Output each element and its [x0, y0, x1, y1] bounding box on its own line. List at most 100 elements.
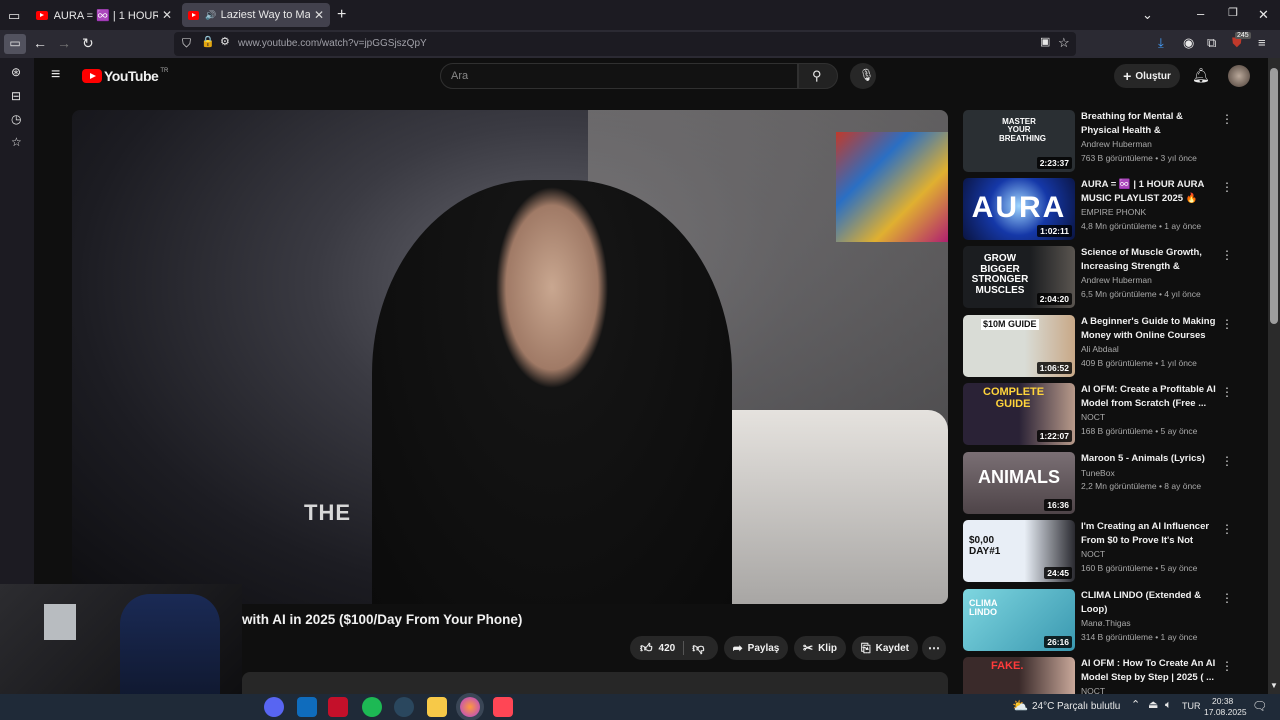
- video-player[interactable]: THE: [72, 110, 948, 604]
- firefox-icon[interactable]: [460, 697, 480, 717]
- avatar[interactable]: [1228, 65, 1250, 87]
- save-button[interactable]: ⎘ Kaydet: [852, 636, 918, 660]
- restore-icon[interactable]: ❐: [1228, 8, 1238, 19]
- weather-cloud-icon[interactable]: ⛅: [1012, 699, 1028, 712]
- notifications-bell-icon[interactable]: 🔔︎: [1192, 68, 1210, 82]
- file-explorer-icon[interactable]: [427, 697, 447, 717]
- discord-icon[interactable]: [264, 697, 284, 717]
- tray-chevron-up-icon[interactable]: ⌃: [1131, 700, 1140, 711]
- more-vert-icon[interactable]: ⋮: [1221, 248, 1233, 262]
- dislike-button[interactable]: 👎︎: [692, 641, 704, 656]
- speaker-icon[interactable]: 🔊: [205, 10, 216, 21]
- steam-icon[interactable]: [394, 697, 414, 717]
- valorant-icon[interactable]: [493, 697, 513, 717]
- video-thumbnail[interactable]: GROW BIGGER STRONGER MUSCLES 2:04:20: [963, 246, 1075, 308]
- more-vert-icon[interactable]: ⋮: [1221, 454, 1233, 468]
- channel-name[interactable]: Manø.Thigas: [1081, 618, 1131, 628]
- like-button[interactable]: 👍︎ 420: [630, 641, 675, 656]
- youtube-logo[interactable]: YouTube TR: [82, 68, 168, 84]
- scroll-down-arrow-icon[interactable]: ▼: [1270, 682, 1278, 690]
- tab-aura-music[interactable]: AURA = ♾️ | 1 HOUR AURA MUSIC ✕: [30, 3, 178, 27]
- usb-icon[interactable]: ⏏: [1148, 700, 1158, 711]
- close-window-icon[interactable]: ✕: [1258, 8, 1269, 21]
- ai-chatbot-icon[interactable]: ⊛: [11, 66, 21, 78]
- search-input[interactable]: Ara: [440, 63, 798, 89]
- more-vert-icon[interactable]: ⋮: [1221, 112, 1233, 126]
- list-item[interactable]: COMPLETE GUIDE 1:22:07 AI OFM: Create a …: [963, 383, 1263, 445]
- weather-desc[interactable]: Parçalı bulutlu: [1057, 701, 1120, 712]
- video-thumbnail[interactable]: $10M GUIDE 1:06:52: [963, 315, 1075, 377]
- download-icon[interactable]: ⤓: [1158, 36, 1164, 49]
- video-thumbnail[interactable]: COMPLETE GUIDE 1:22:07: [963, 383, 1075, 445]
- list-item[interactable]: MASTER YOUR BREATHING 2:23:37 Breathing …: [963, 110, 1263, 172]
- list-item[interactable]: FAKE. AI OFM : How To Create An AI Model…: [963, 657, 1263, 694]
- clock-date[interactable]: 17.08.2025: [1204, 707, 1247, 717]
- share-button[interactable]: ➦ Paylaş: [724, 636, 788, 660]
- bookmarks-icon[interactable]: ☆: [11, 136, 22, 148]
- more-vert-icon[interactable]: ⋮: [1221, 591, 1233, 605]
- lock-icon[interactable]: 🔒: [201, 37, 215, 48]
- more-vert-icon[interactable]: ⋮: [1221, 385, 1233, 399]
- url-bar[interactable]: ⛉ 🔒 ⚙ www.youtube.com/watch?v=jpGGSjszQp…: [174, 32, 1076, 56]
- list-item[interactable]: ANIMALS 16:36 Maroon 5 - Animals (Lyrics…: [963, 452, 1263, 514]
- close-tab-icon[interactable]: ✕: [314, 8, 324, 22]
- more-actions-button[interactable]: ⋯: [922, 636, 946, 660]
- bookmark-star-icon[interactable]: ☆: [1058, 36, 1070, 49]
- spotify-icon[interactable]: [362, 697, 382, 717]
- close-tab-icon[interactable]: ✕: [162, 8, 172, 22]
- more-vert-icon[interactable]: ⋮: [1221, 522, 1233, 536]
- more-vert-icon[interactable]: ⋮: [1221, 659, 1233, 673]
- permissions-icon[interactable]: ⚙: [220, 37, 230, 48]
- video-thumbnail[interactable]: $0,00 DAY#1 24:45: [963, 520, 1075, 582]
- video-thumbnail[interactable]: ANIMALS 16:36: [963, 452, 1075, 514]
- minimize-icon[interactable]: –: [1197, 7, 1204, 20]
- list-item[interactable]: AURA 1:02:11 AURA = ♾️ | 1 HOUR AURA MUS…: [963, 178, 1263, 240]
- outlook-icon[interactable]: [297, 697, 317, 717]
- reload-icon[interactable]: ↻: [82, 36, 94, 50]
- speaker-icon[interactable]: 🔈︎: [1165, 700, 1172, 711]
- channel-name[interactable]: NOCT: [1081, 549, 1105, 559]
- clip-button[interactable]: ✂ Klip: [794, 636, 846, 660]
- list-item[interactable]: GROW BIGGER STRONGER MUSCLES 2:04:20 Sci…: [963, 246, 1263, 308]
- back-icon[interactable]: ←: [33, 36, 47, 50]
- new-tab-icon[interactable]: +: [337, 7, 346, 23]
- forward-icon[interactable]: →: [57, 36, 71, 50]
- scrollbar-thumb[interactable]: [1270, 68, 1278, 324]
- search-button[interactable]: ⚲: [798, 63, 838, 89]
- page-scrollbar[interactable]: ▼: [1268, 58, 1280, 694]
- input-language[interactable]: TUR: [1182, 701, 1201, 711]
- sidebar-toggle-icon[interactable]: ▭: [4, 34, 26, 54]
- channel-name[interactable]: Andrew Huberman: [1081, 275, 1152, 285]
- list-item[interactable]: $10M GUIDE 1:06:52 A Beginner's Guide to…: [963, 315, 1263, 377]
- list-item[interactable]: $0,00 DAY#1 24:45 I'm Creating an AI Inf…: [963, 520, 1263, 582]
- list-item[interactable]: CLIMA LINDO 26:16 CLIMA LINDO (Extended …: [963, 589, 1263, 651]
- hamburger-menu-icon[interactable]: ≡: [51, 67, 60, 83]
- notification-center-icon[interactable]: 🗨︎: [1252, 700, 1267, 712]
- tab-list-icon[interactable]: ▭: [8, 9, 20, 22]
- channel-name[interactable]: NOCT: [1081, 686, 1105, 694]
- account-icon[interactable]: ◉: [1183, 36, 1194, 49]
- channel-name[interactable]: Andrew Huberman: [1081, 139, 1152, 149]
- clock-time[interactable]: 20:38: [1212, 696, 1233, 706]
- channel-name[interactable]: NOCT: [1081, 412, 1105, 422]
- video-thumbnail[interactable]: AURA 1:02:11: [963, 178, 1075, 240]
- tab-overflow-chevron-icon[interactable]: ⌄: [1142, 8, 1153, 21]
- picture-in-picture-icon[interactable]: ▣: [1040, 37, 1050, 48]
- app-red-icon[interactable]: [328, 697, 348, 717]
- more-vert-icon[interactable]: ⋮: [1221, 180, 1233, 194]
- channel-name[interactable]: TuneBox: [1081, 468, 1115, 478]
- channel-name[interactable]: EMPIRE PHONK: [1081, 207, 1146, 217]
- history-icon[interactable]: ◷: [11, 113, 21, 125]
- channel-name[interactable]: Ali Abdaal: [1081, 344, 1119, 354]
- video-thumbnail[interactable]: MASTER YOUR BREATHING 2:23:37: [963, 110, 1075, 172]
- weather-temp[interactable]: 24°C: [1032, 701, 1054, 712]
- create-button[interactable]: + Oluştur: [1114, 64, 1180, 88]
- app-menu-icon[interactable]: ≡: [1258, 36, 1266, 49]
- voice-search-button[interactable]: 🎙: [850, 63, 876, 89]
- synced-tabs-icon[interactable]: ⊟: [11, 90, 21, 102]
- extensions-icon[interactable]: ⧉: [1207, 36, 1216, 49]
- more-vert-icon[interactable]: ⋮: [1221, 317, 1233, 331]
- shield-icon[interactable]: ⛉: [182, 37, 191, 49]
- video-thumbnail[interactable]: CLIMA LINDO 26:16: [963, 589, 1075, 651]
- video-thumbnail[interactable]: FAKE.: [963, 657, 1075, 694]
